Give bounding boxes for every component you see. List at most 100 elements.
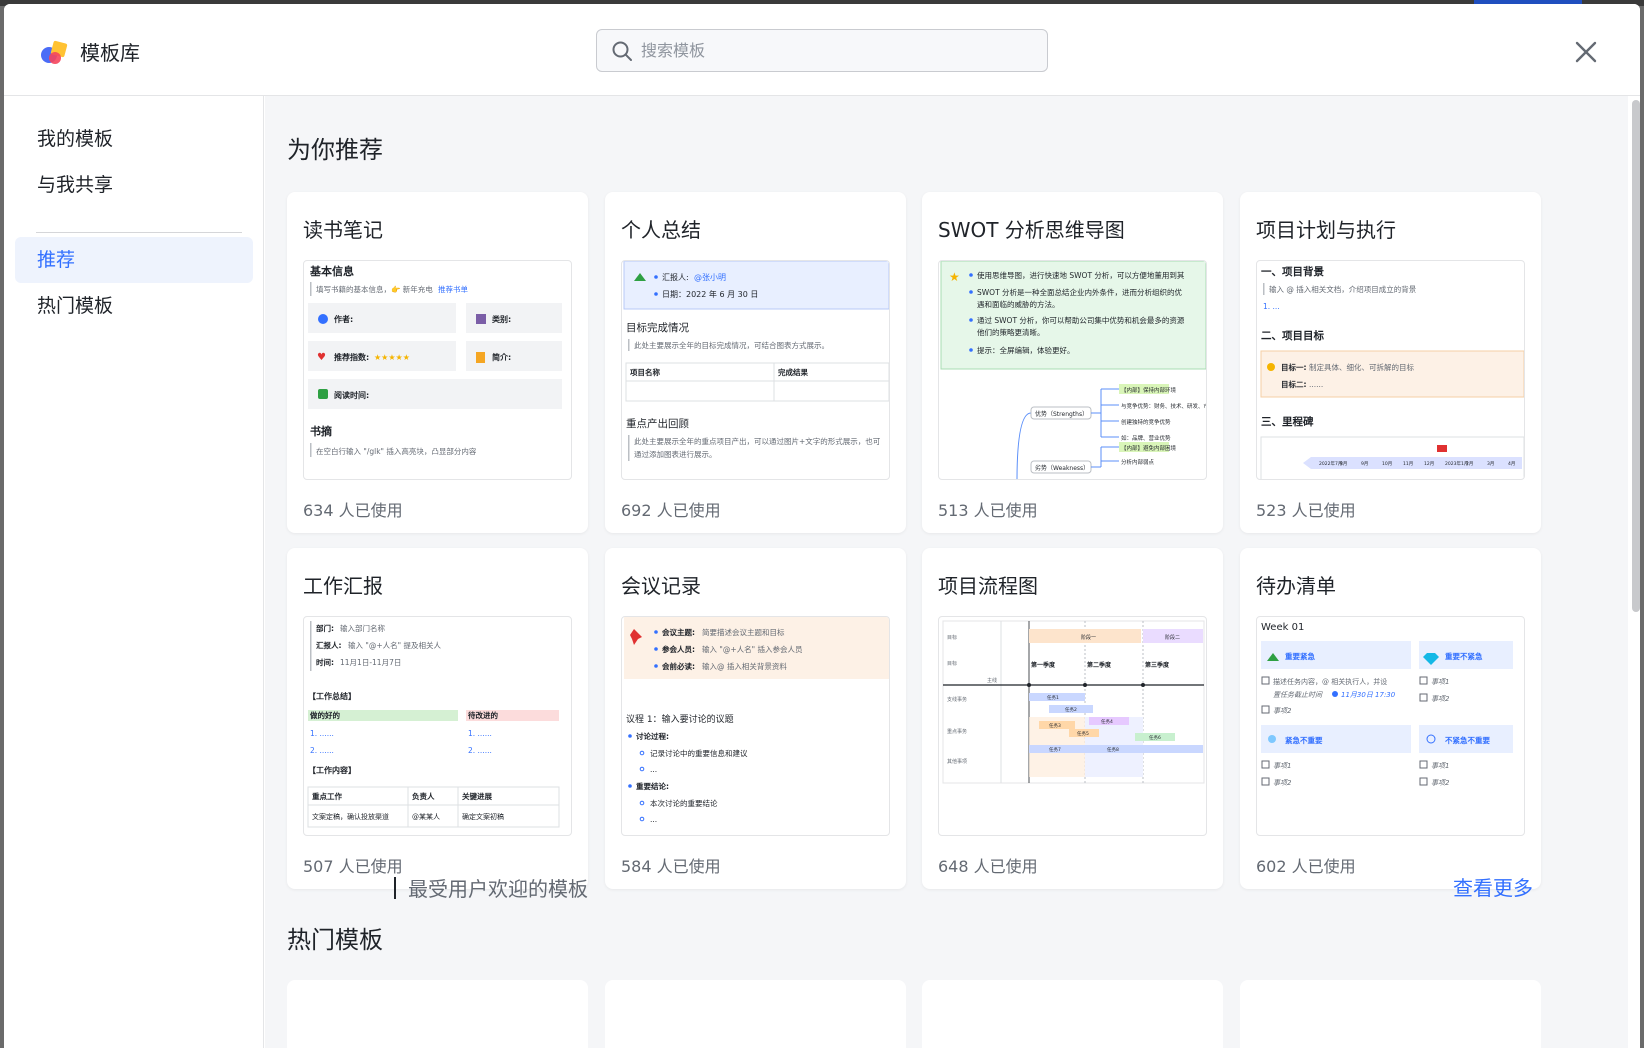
card-usage-count: 648 人已使用 xyxy=(938,857,1038,876)
preview-text: 提示：全屏编辑，体验更好。 xyxy=(977,345,1075,355)
preview-text: 制定具体、细化、可拆解的目标 xyxy=(1309,362,1414,372)
timeline-label: 4月 xyxy=(1508,461,1515,467)
card-title: 读书笔记 xyxy=(303,218,383,242)
template-card-partial[interactable] xyxy=(1240,980,1541,1048)
preview-text: 确定文案初稿 xyxy=(462,812,504,821)
template-card-partial[interactable] xyxy=(922,980,1223,1048)
preview-text: 不紧急不重要 xyxy=(1445,735,1490,745)
card-title: 项目计划与执行 xyxy=(1256,218,1396,242)
template-library-modal: 模板库 我的模板 与我共享 推荐 热门模板 为你推荐 读书笔记 基本信息 xyxy=(4,4,1640,1048)
work-report-preview: 部门: 输入部门名称 汇报人: 输入 "@+人名" 提及相关人 时间: 11月1… xyxy=(307,621,560,828)
card-preview: 一、项目背景 输入 @ 插入相关文档，介绍项目成立的背景 1. ... 二、项目… xyxy=(1256,260,1525,480)
card-preview: 汇报人: @张小明 日期：2022 年 6 月 30 日 目标完成情况 此处主要… xyxy=(621,260,890,480)
preview-text: 11月1日-11月7日 xyxy=(340,658,401,667)
personal-summary-preview: 汇报人: @张小明 日期：2022 年 6 月 30 日 目标完成情况 此处主要… xyxy=(623,261,889,461)
modal-title: 模板库 xyxy=(80,41,140,65)
preview-text: 1. ...... xyxy=(310,729,334,738)
template-card-reading-notes[interactable]: 读书笔记 基本信息 填写书籍的基本信息，👉 新年充电 推荐书单 作者: 类别: xyxy=(287,192,588,533)
see-more-link[interactable]: 查看更多 xyxy=(1453,872,1533,901)
preview-text: 支线事务 xyxy=(947,696,967,703)
template-card-partial[interactable] xyxy=(287,980,588,1048)
timeline-label: 2月 xyxy=(1466,461,1473,467)
preview-text: 日期：2022 年 6 月 30 日 xyxy=(662,289,758,299)
template-card-project-plan[interactable]: 项目计划与执行 一、项目背景 输入 @ 插入相关文档，介绍项目成立的背景 1. … xyxy=(1240,192,1541,533)
preview-text: 汇报人: xyxy=(662,272,689,282)
preview-text: 【内部】保持内部环境 xyxy=(1121,386,1177,394)
close-icon[interactable] xyxy=(1572,38,1600,66)
project-flowchart-preview: 目标 目标 主线 支线事务 重点事务 其他事项 第一季度 第二季度 第三季度 阶… xyxy=(942,620,1205,784)
sidebar-item-recommended[interactable]: 推荐 xyxy=(15,237,253,283)
sidebar: 我的模板 与我共享 推荐 热门模板 xyxy=(4,96,264,1048)
preview-text: 任务6 xyxy=(1149,734,1161,741)
preview-text: 通过添加图表进行展示。 xyxy=(634,449,717,459)
content-scrollbar[interactable] xyxy=(1632,100,1640,612)
preview-text: 目标二: xyxy=(1281,379,1307,389)
preview-text: 阅读时间: xyxy=(334,390,369,400)
template-library-logo-icon xyxy=(41,40,68,64)
card-title: 会议记录 xyxy=(621,574,701,598)
preview-text: SWOT 分析是一种全面总结企业内外条件，进而分析组织的优 xyxy=(977,287,1183,297)
preview-text: @某某人 xyxy=(412,813,440,821)
recommended-section-title: 为你推荐 xyxy=(287,136,383,164)
preview-text: 任务1 xyxy=(1047,694,1059,701)
search-input[interactable] xyxy=(641,30,1041,71)
preview-text: 会前必读: xyxy=(662,661,695,671)
preview-text: 输入 @ 插入相关文档，介绍项目成立的背景 xyxy=(1269,284,1417,294)
card-usage-count: 507 人已使用 xyxy=(303,857,403,876)
preview-text: 讨论过程: xyxy=(636,731,669,741)
preview-stars: ★★★★★ xyxy=(374,353,410,362)
preview-text: 任务4 xyxy=(1101,718,1113,725)
preview-text: 作者: xyxy=(334,314,353,324)
preview-text: 任务3 xyxy=(1049,722,1061,729)
card-title: 项目流程图 xyxy=(938,574,1038,598)
main-content[interactable]: 为你推荐 读书笔记 基本信息 填写书籍的基本信息，👉 新年充电 推荐书单 作者: xyxy=(265,96,1628,1048)
template-card-work-report[interactable]: 工作汇报 部门: 输入部门名称 汇报人: 输入 "@+人名" 提及相关人 时间:… xyxy=(287,548,588,889)
todo-list-preview: Week 01 重要紧急 重要不紧急 紧急不重要 不紧急不重要 描述任务内容，@… xyxy=(1261,622,1513,787)
card-usage-count: 634 人已使用 xyxy=(303,501,403,520)
preview-text: 文案定稿，确认投放渠道 xyxy=(312,812,389,821)
template-card-personal-summary[interactable]: 个人总结 汇报人: @张小明 日期：2022 年 6 月 30 日 目标完成情况… xyxy=(605,192,906,533)
preview-text: 部门: xyxy=(316,623,334,633)
preview-text: @张小明 xyxy=(694,273,726,282)
card-title: 个人总结 xyxy=(621,218,701,242)
preview-text: 目标一: xyxy=(1281,362,1307,372)
preview-text: 书摘 xyxy=(310,424,332,438)
preview-text: 主线 xyxy=(987,677,997,684)
preview-text: 事项1 xyxy=(1431,762,1449,770)
timeline-label: 11月 xyxy=(1403,461,1413,467)
preview-text: 简要描述会议主题和目标 xyxy=(702,627,785,637)
card-usage-count: 584 人已使用 xyxy=(621,857,721,876)
preview-text: ...... xyxy=(1309,380,1323,389)
sidebar-item-shared-with-me[interactable]: 与我共享 xyxy=(15,162,253,208)
preview-text: 如：品牌、营业优势 xyxy=(1121,434,1171,442)
preview-text: ... xyxy=(650,815,657,824)
preview-text: 基本信息 xyxy=(309,264,354,278)
preview-text: 使用思维导图，进行快速地 SWOT 分析，可以方便地董用到其 xyxy=(977,270,1185,280)
card-preview: ★ 使用思维导图，进行快速地 SWOT 分析，可以方便地董用到其 SWOT 分析… xyxy=(938,260,1207,480)
preview-text: 三、里程碑 xyxy=(1261,415,1314,428)
template-card-meeting-notes[interactable]: 会议记录 会议主题: 简要描述会议主题和目标 参会人员: 输入 "@+人名" 插… xyxy=(605,548,906,889)
preview-text: 事项2 xyxy=(1273,779,1292,787)
reading-notes-preview: 基本信息 填写书籍的基本信息，👉 新年充电 推荐书单 作者: 类别: ♥ 推荐指… xyxy=(308,264,562,457)
template-card-project-flowchart[interactable]: 项目流程图 目标 目标 主线 支线事务 重点事务 其他事项 第一季度 第二季度 … xyxy=(922,548,1223,889)
preview-text: 在空白行输入 "/glk" 插入高亮块，凸显部分内容 xyxy=(316,446,477,456)
template-card-partial[interactable] xyxy=(605,980,906,1048)
preview-text: 重要结论: xyxy=(636,781,669,791)
search-box[interactable] xyxy=(596,29,1048,72)
preview-text: 【工作内容】 xyxy=(308,765,356,775)
template-card-swot-mindmap[interactable]: SWOT 分析思维导图 ★ 使用思维导图，进行快速地 SWOT 分析，可以方便地… xyxy=(922,192,1223,533)
preview-text: 关键进展 xyxy=(462,791,492,801)
preview-text: 记录讨论中的重要信息和建议 xyxy=(650,748,748,758)
timeline-label: 12月 xyxy=(1424,461,1434,467)
sidebar-item-popular-templates[interactable]: 热门模板 xyxy=(15,283,253,329)
preview-text: 任务2 xyxy=(1065,706,1077,713)
preview-text: 通过 SWOT 分析，你可以帮助公司集中优势和机会最多的资源 xyxy=(977,315,1185,325)
template-card-todo-list[interactable]: 待办清单 Week 01 重要紧急 重要不紧急 紧急不重要 不紧急不重要 描述任… xyxy=(1240,548,1541,889)
preview-text: 类别: xyxy=(492,314,511,324)
card-preview: Week 01 重要紧急 重要不紧急 紧急不重要 不紧急不重要 描述任务内容，@… xyxy=(1256,616,1525,836)
card-preview: 会议主题: 简要描述会议主题和目标 参会人员: 输入 "@+人名" 插入参会人员… xyxy=(621,616,890,836)
preview-text: 11月30日 17:30 xyxy=(1341,691,1396,699)
preview-text: Week 01 xyxy=(1261,622,1304,633)
preview-text: 事项2 xyxy=(1273,707,1292,715)
sidebar-item-my-templates[interactable]: 我的模板 xyxy=(15,116,253,162)
